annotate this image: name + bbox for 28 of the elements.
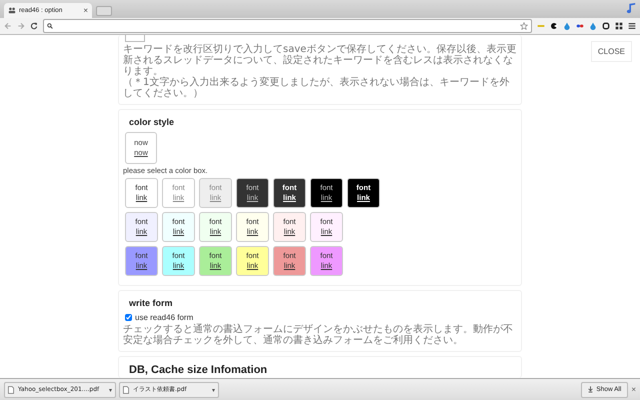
note-text: （＊1文字から入力出来るよう変更しましたが、表示されない場合は、キーワードを外してください。） bbox=[123, 77, 510, 99]
drop-icon[interactable] bbox=[589, 22, 597, 30]
tab-close-button[interactable]: × bbox=[83, 6, 88, 15]
people-icon bbox=[8, 7, 16, 14]
section-title: write form bbox=[129, 298, 174, 308]
drop-icon[interactable] bbox=[563, 22, 571, 30]
file-icon bbox=[8, 386, 14, 394]
checkbox-label: use read46 form bbox=[135, 313, 194, 322]
forward-arrow-icon[interactable] bbox=[17, 22, 25, 30]
pill-icon[interactable] bbox=[576, 22, 584, 30]
back-arrow-icon[interactable] bbox=[4, 22, 12, 30]
checkbox[interactable] bbox=[125, 314, 132, 321]
file-icon bbox=[123, 386, 129, 394]
section-title: DB, Cache size Infomation bbox=[129, 364, 268, 376]
music-note-icon bbox=[626, 2, 636, 14]
section-title: color style bbox=[129, 117, 176, 127]
download-icon bbox=[588, 386, 594, 393]
note-text: キーワードを改行区切りで入力してsaveボタンで保存してください。保存以後、表示更新されるスレッドデータについて、設定されたキーワードを含むレスは表示されなくなります。 bbox=[123, 44, 517, 77]
close-button[interactable]: × bbox=[631, 385, 636, 394]
search-icon bbox=[47, 23, 53, 29]
save-button[interactable] bbox=[125, 35, 145, 42]
note-text: チェックすると通常の書込フォームにデザインをかぶせたものを表示します。動作が不安定な場合チェックを外して、通常の書き込みフォームをご利用ください。 bbox=[123, 324, 514, 346]
reload-icon[interactable] bbox=[30, 22, 38, 30]
menu-icon[interactable] bbox=[628, 22, 636, 30]
grid-icon[interactable] bbox=[615, 22, 623, 30]
star-icon[interactable] bbox=[520, 22, 528, 30]
address-bar[interactable] bbox=[43, 19, 532, 33]
close-button[interactable]: CLOSE bbox=[590, 41, 632, 62]
